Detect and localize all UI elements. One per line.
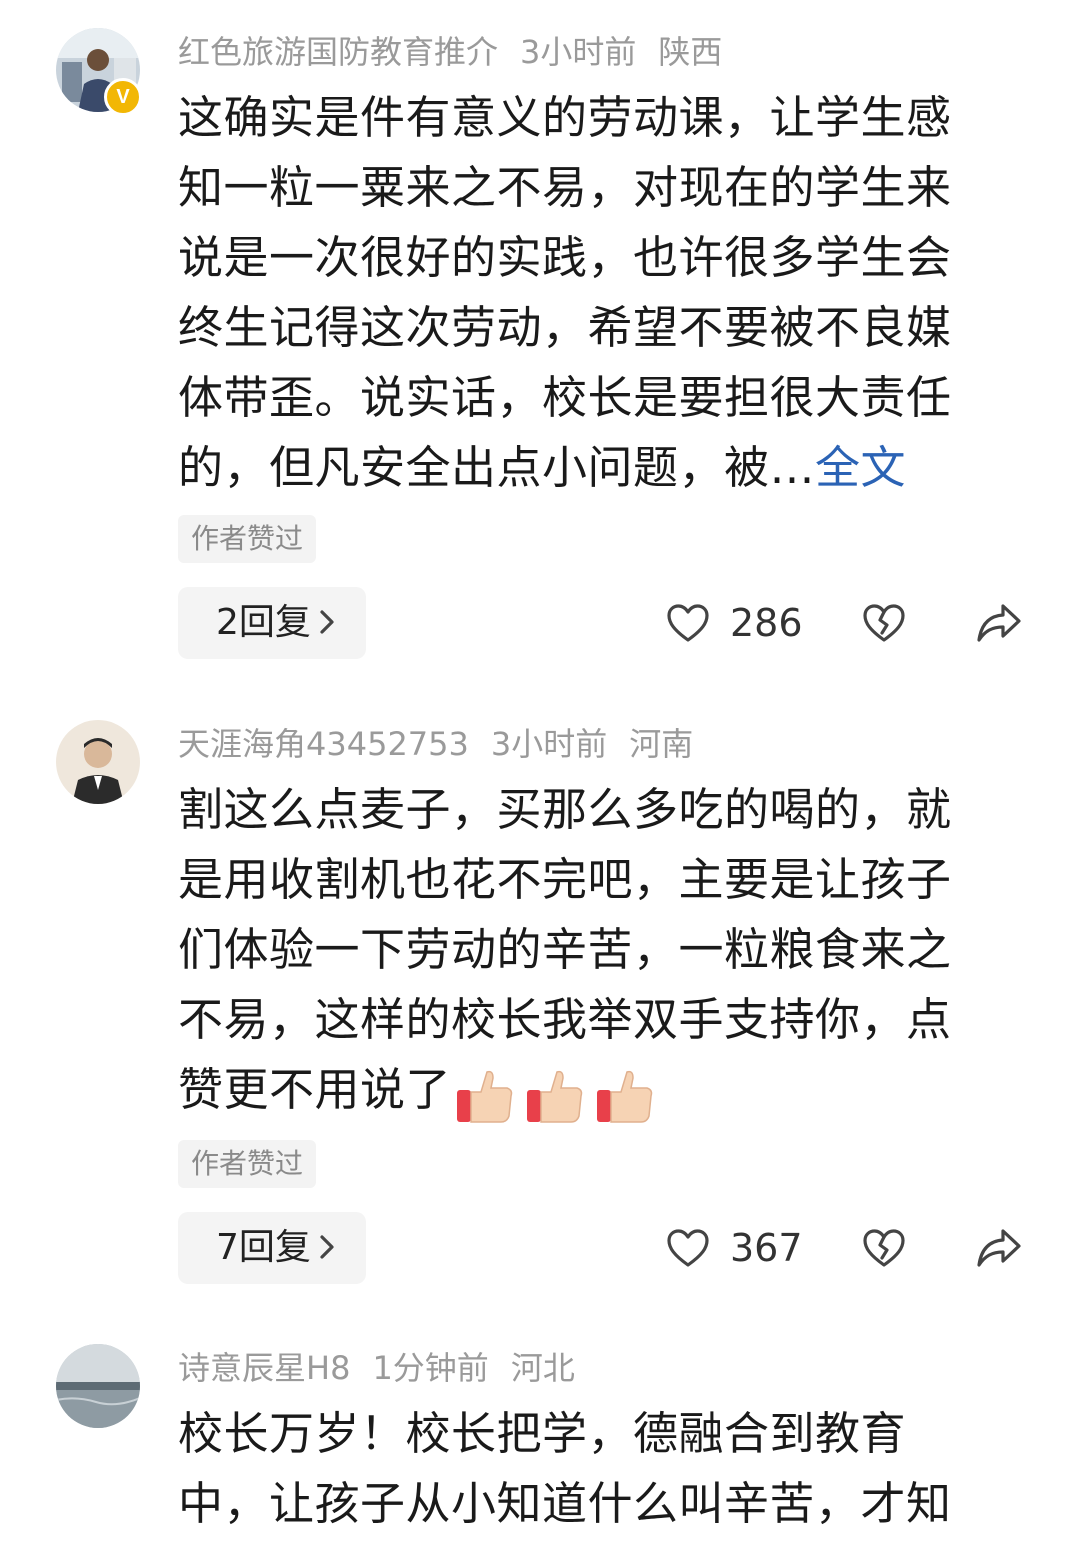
username[interactable]: 天涯海角43452753 <box>178 725 469 763</box>
comment-line: 校长万岁！校长把学，德融合到教育 <box>178 1407 907 1460</box>
thumbs-up-icon <box>527 1070 583 1123</box>
broken-heart-icon[interactable] <box>862 603 906 643</box>
comment-line: 的，但凡安全出点小问题，被…全文 <box>178 433 1008 503</box>
comment-text[interactable]: 割这么点麦子，买那么多吃的喝的，就 是用收割机也花不完吧，主要是让孩子 们体验一… <box>178 775 1008 1125</box>
location: 陕西 <box>658 33 723 71</box>
comment-actions: 286 <box>0 587 1080 659</box>
comment-text[interactable]: 校长万岁！校长把学，德融合到教育 中，让孩子从小知道什么叫辛苦，才知 <box>178 1399 1008 1539</box>
timestamp: 3小时前 <box>490 725 608 763</box>
heart-icon[interactable] <box>666 603 710 643</box>
timestamp: 3小时前 <box>520 33 637 71</box>
comment-feed: V 红色旅游国防教育推介 3小时前 陕西 这确实是件有意义的劳动课，让学生感 知一粒… <box>0 0 1080 1541</box>
heart-icon[interactable] <box>666 1228 710 1268</box>
comment-meta: 天涯海角43452753 3小时前 河南 <box>178 722 715 766</box>
thumbs-up-icon <box>457 1070 513 1123</box>
author-liked-badge: 作者赞过 <box>178 1140 317 1188</box>
comment-line: 不易，这样的校长我举双手支持你，点 <box>178 993 952 1046</box>
thumbs-up-icon <box>597 1070 653 1123</box>
comment-line: 终生记得这次劳动，希望不要被不良媒 <box>178 301 952 354</box>
avatar[interactable] <box>56 720 140 804</box>
comment-line: 是用收割机也花不完吧，主要是让孩子 <box>178 853 952 906</box>
username[interactable]: 红色旅游国防教育推介 <box>178 33 498 71</box>
comment-actions: 367 <box>0 1212 1080 1284</box>
comment-line: 割这么点麦子，买那么多吃的喝的，就 <box>178 783 952 836</box>
comment-line-text: 赞更不用说了 <box>178 1063 452 1116</box>
comment-meta: 诗意辰星H8 1分钟前 河北 <box>178 1346 597 1390</box>
emoji-row <box>453 1058 663 1128</box>
share-icon[interactable] <box>976 601 1022 645</box>
comment-line: 们体验一下劳动的辛苦，一粒粮食来之 <box>178 923 952 976</box>
comment-meta: 红色旅游国防教育推介 3小时前 陕西 <box>178 30 744 74</box>
username[interactable]: 诗意辰星H8 <box>178 1349 350 1387</box>
comment-line: 这确实是件有意义的劳动课，让学生感 <box>178 91 952 144</box>
full-text-link[interactable]: 全文 <box>815 441 906 494</box>
verified-badge-icon: V <box>104 78 142 116</box>
like-count: 286 <box>730 601 803 645</box>
timestamp: 1分钟前 <box>372 1349 489 1387</box>
comment-line: 赞更不用说了 <box>178 1055 1008 1125</box>
author-liked-badge: 作者赞过 <box>178 515 317 563</box>
comment-line-text: 的，但凡安全出点小问题，被… <box>178 441 816 494</box>
comment-line: 知一粒一粟来之不易，对现在的学生来 <box>178 161 952 214</box>
comment-line: 中，让孩子从小知道什么叫辛苦，才知 <box>178 1477 952 1530</box>
avatar[interactable] <box>56 1344 140 1428</box>
like-count: 367 <box>730 1226 803 1270</box>
broken-heart-icon[interactable] <box>862 1228 906 1268</box>
comment-text[interactable]: 这确实是件有意义的劳动课，让学生感 知一粒一粟来之不易，对现在的学生来 说是一次… <box>178 83 1008 503</box>
location: 河北 <box>510 1349 575 1387</box>
comment-line: 体带歪。说实话，校长是要担很大责任 <box>178 371 952 424</box>
share-icon[interactable] <box>976 1226 1022 1270</box>
comment-line: 说是一次很好的实践，也许很多学生会 <box>178 231 952 284</box>
location: 河南 <box>629 725 694 763</box>
